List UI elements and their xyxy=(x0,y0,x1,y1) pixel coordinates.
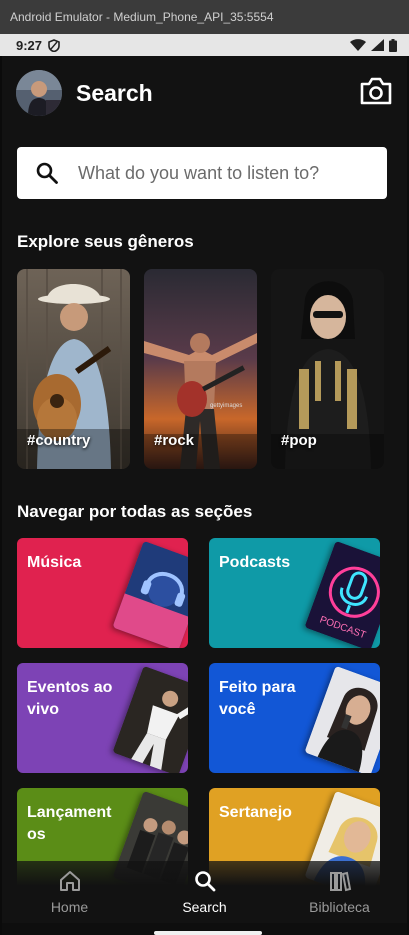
camera-icon[interactable] xyxy=(359,76,393,106)
tile-label: Eventos ao vivo xyxy=(27,679,113,718)
genre-card-pop[interactable]: #pop xyxy=(271,269,384,469)
home-icon xyxy=(59,871,80,891)
nav-home[interactable]: Home xyxy=(2,861,137,923)
avatar[interactable] xyxy=(16,70,62,116)
wifi-icon xyxy=(350,39,366,51)
genre-card-country[interactable]: #country xyxy=(17,269,130,469)
status-time: 9:27 xyxy=(16,37,43,53)
tile-label: Sertanejo xyxy=(219,804,292,821)
search-input[interactable] xyxy=(78,162,338,184)
bottom-nav: Home Search Biblioteca xyxy=(2,861,407,923)
genre-card-rock[interactable]: gettyimages #rock xyxy=(144,269,257,469)
search-icon xyxy=(194,871,215,892)
search-icon xyxy=(36,162,58,184)
avatar-photo-icon xyxy=(16,70,62,116)
cell-signal-icon xyxy=(371,39,384,51)
nav-library[interactable]: Biblioteca xyxy=(272,861,407,923)
app-screen: Search Explore seus gêneros #cou xyxy=(0,56,409,935)
header: Search xyxy=(2,70,407,118)
svg-text:gettyimages: gettyimages xyxy=(210,403,242,409)
nav-library-label: Biblioteca xyxy=(309,899,370,915)
battery-icon xyxy=(389,38,397,52)
browse-section-title: Navegar por todas as seções xyxy=(17,502,253,521)
tile-label: Música xyxy=(27,554,82,571)
category-tile-eventos[interactable]: Eventos ao vivo xyxy=(17,663,188,773)
library-icon xyxy=(329,871,351,892)
search-bar[interactable] xyxy=(17,147,387,199)
genre-tag: #country xyxy=(27,432,91,449)
genre-tag: #rock xyxy=(154,432,195,449)
tile-label: Lançament os xyxy=(27,804,112,843)
nav-search[interactable]: Search xyxy=(137,861,272,923)
vpn-shield-icon xyxy=(48,38,60,52)
category-tile-musica[interactable]: Música xyxy=(17,538,188,648)
status-bar: 9:27 xyxy=(0,34,409,56)
nav-search-label: Search xyxy=(182,899,227,915)
category-tile-podcasts[interactable]: Podcasts PODCAST xyxy=(209,538,380,648)
emulator-title: Android Emulator - Medium_Phone_API_35:5… xyxy=(10,10,274,24)
tile-label: Podcasts xyxy=(219,554,291,571)
page-title: Search xyxy=(76,80,153,106)
category-tile-feito-para-voce[interactable]: Feito para você xyxy=(209,663,380,773)
home-gesture-pill[interactable] xyxy=(154,931,262,935)
emulator-title-bar: Android Emulator - Medium_Phone_API_35:5… xyxy=(0,0,409,34)
nav-home-label: Home xyxy=(50,899,89,915)
tile-label: Feito para você xyxy=(219,679,296,718)
genre-tag: #pop xyxy=(281,432,317,449)
genres-section-title: Explore seus gêneros xyxy=(17,232,194,251)
